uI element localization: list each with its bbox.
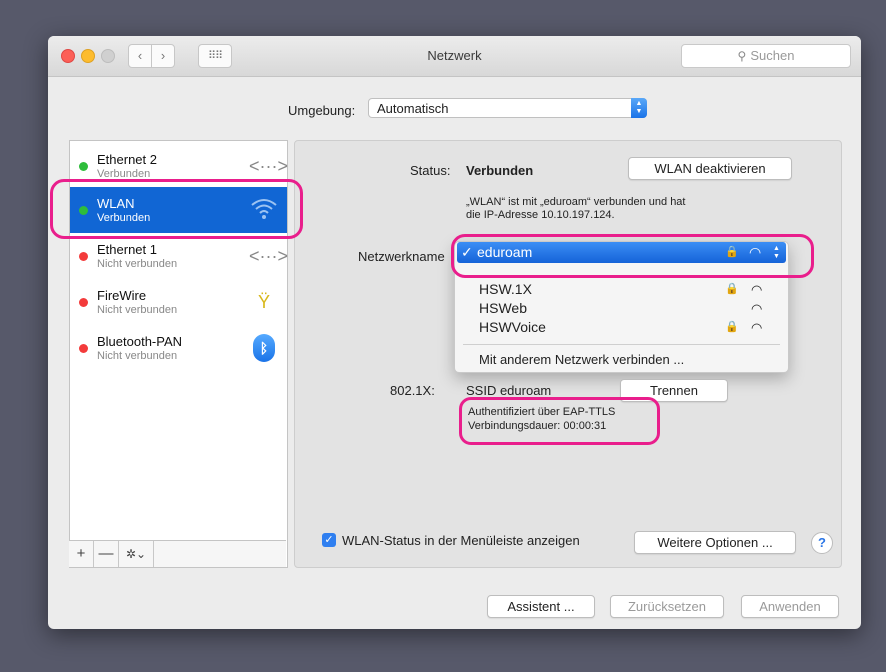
checkmark-icon: ✓ [461,244,473,260]
status-description-1: „WLAN“ ist mit „eduroam“ verbunden und h… [466,196,686,208]
status-dot [79,252,88,261]
more-options-button[interactable]: Weitere Optionen ... [634,531,796,554]
checkmark-icon: ✓ [324,534,334,546]
status-dot [79,344,88,353]
service-status: Verbunden [97,212,151,224]
network-name-label: Netzwerkname [358,249,445,264]
network-option-name: HSWVoice [479,319,546,335]
ethernet-icon: <···> [249,246,289,266]
network-option-name: HSW.1X [479,281,532,297]
add-service-button[interactable]: + [69,541,94,567]
service-item-ethernet-1[interactable]: Ethernet 1 Nicht verbunden <···> [70,233,289,279]
lock-icon: 🔒 [725,283,739,295]
assistant-button[interactable]: Assistent ... [487,595,595,618]
sidebar-toolbar: + — ✲⌄ [69,540,286,567]
magnifier-icon: ⚲ [737,49,747,63]
wifi-icon: ◠ [751,320,763,335]
service-status: Verbunden [97,168,151,180]
apply-button[interactable]: Anwenden [741,595,839,618]
service-item-bluetooth-pan[interactable]: Bluetooth-PAN Nicht verbunden ᛒ [70,325,287,371]
network-option-hswweb[interactable]: HSWeb ◠ [455,299,788,318]
service-name: FireWire [97,288,147,303]
firewire-icon: Ÿ [257,292,270,312]
menu-separator [463,344,780,345]
menu-status-label: WLAN-Status in der Menüleiste anzeigen [342,533,580,548]
select-arrows-icon: ▲ ▼ [773,245,780,260]
menu-status-checkbox[interactable]: ✓ [322,533,336,547]
ethernet-icon: <···> [249,156,289,176]
network-option-hswvoice[interactable]: HSWVoice 🔒 ◠ [455,318,788,337]
remove-service-button[interactable]: — [94,541,119,567]
join-other-label: Mit anderem Netzwerk verbinden ... [479,352,685,367]
service-status: Nicht verbunden [97,258,178,270]
connection-duration: Verbindungsdauer: 00:00:31 [468,420,607,432]
wifi-icon: ◠ [751,282,763,297]
service-name: WLAN [97,196,135,211]
service-item-wlan[interactable]: WLAN Verbunden [70,187,287,233]
service-name: Ethernet 2 [97,152,157,167]
network-preferences-window: ‹ › ⠿⠿ Netzwerk ⚲ Suchen Umgebung: Automa… [48,36,861,629]
status-dot [79,298,88,307]
dot1x-value: SSID eduroam [466,383,552,398]
wlan-deactivate-button[interactable]: WLAN deaktivieren [628,157,792,180]
service-item-ethernet-2[interactable]: Ethernet 2 Verbunden <···> [70,143,289,189]
title-bar: ‹ › ⠿⠿ Netzwerk ⚲ Suchen [48,36,861,77]
location-label: Umgebung: [288,103,356,118]
bluetooth-icon: ᛒ [253,334,275,362]
location-value: Automatisch [377,101,449,116]
service-status: Nicht verbunden [97,304,178,316]
wifi-icon: ◠ [751,301,763,316]
lock-icon: 🔒 [725,321,739,333]
search-field[interactable]: ⚲ Suchen [681,44,851,68]
status-dot [79,162,88,171]
service-status: Nicht verbunden [97,350,178,362]
dot1x-label: 802.1X: [390,383,435,398]
lock-icon: 🔒 [725,246,739,258]
help-button[interactable]: ? [811,532,833,554]
service-item-firewire[interactable]: FireWire Nicht verbunden Ÿ [70,279,287,325]
network-option-hsw1x[interactable]: HSW.1X 🔒 ◠ [455,280,788,299]
select-arrows-icon: ▲ ▼ [631,98,647,118]
join-other-network-item[interactable]: Mit anderem Netzwerk verbinden ... [455,350,788,369]
service-name: Ethernet 1 [97,242,157,257]
status-label: Status: [410,163,451,178]
disconnect-button[interactable]: Trennen [620,379,728,402]
search-placeholder: Suchen [750,48,795,63]
wifi-icon: ◠ [749,244,762,260]
service-list: Ethernet 2 Verbunden <···> WLAN Verbunde… [69,140,288,568]
network-option-eduroam-selected[interactable]: ✓ eduroam 🔒 ◠ ▲ ▼ [457,242,786,263]
location-select[interactable]: Automatisch ▲ ▼ [368,98,647,118]
network-option-name: HSWeb [479,300,527,316]
status-value: Verbunden [466,163,534,178]
status-dot [79,206,88,215]
reset-button[interactable]: Zurücksetzen [610,595,724,618]
service-name: Bluetooth-PAN [97,334,183,349]
selected-network-name: eduroam [477,244,533,260]
gear-icon[interactable]: ✲⌄ [119,541,154,567]
status-description-2: die IP-Adresse 10.10.197.124. [466,209,615,221]
wifi-icon [249,196,279,224]
auth-method: Authentifiziert über EAP-TTLS [468,406,616,418]
